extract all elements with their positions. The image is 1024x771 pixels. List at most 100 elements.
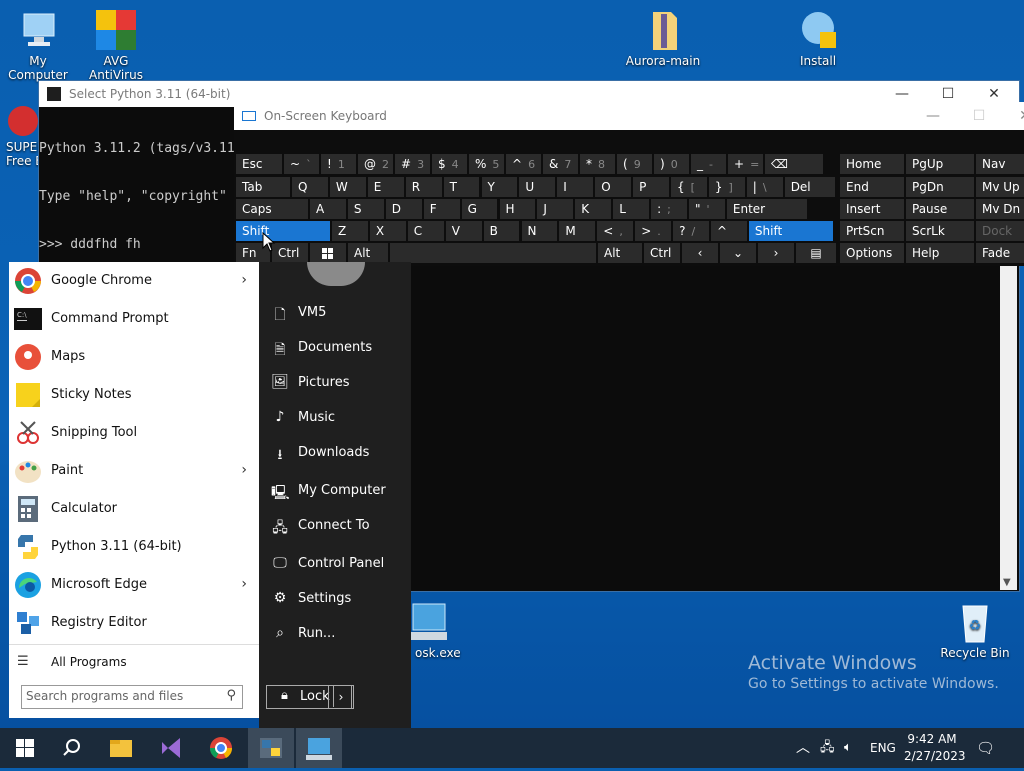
start-item-sticky-notes[interactable]: Sticky Notes — [9, 376, 259, 414]
key-symbol[interactable]: :; — [651, 199, 687, 219]
key-n[interactable]: N — [521, 221, 558, 241]
python-taskbar-button[interactable] — [248, 728, 294, 768]
start-place-connect-to[interactable]: 🖧︎ Connect To — [269, 511, 409, 541]
key-menu-icon[interactable]: ▤ — [796, 243, 836, 263]
key-symbol[interactable]: @2 — [358, 154, 393, 174]
key-y[interactable]: Y — [481, 177, 518, 197]
network-icon[interactable]: 🖧︎ — [820, 728, 835, 768]
key-j[interactable]: J — [537, 199, 574, 219]
key-symbol[interactable]: }] — [708, 177, 745, 197]
key-symbol[interactable]: & 7 — [543, 154, 578, 174]
key-home[interactable]: Home — [840, 154, 904, 174]
start-place-music[interactable]: ♪︎ Music — [269, 403, 409, 433]
on-screen-keyboard-window[interactable]: On-Screen Keyboard — ☐ ✕ Esc~`!1@2#3$4%5… — [234, 102, 1024, 266]
console-scrollbar[interactable]: ▼ — [1000, 258, 1017, 590]
key-help[interactable]: Help — [906, 243, 974, 263]
key-symbol[interactable]: ^ — [711, 221, 747, 241]
key-a[interactable]: A — [310, 199, 346, 219]
start-item-microsoft-edge[interactable]: Microsoft Edge › — [9, 566, 259, 604]
key-symbol[interactable]: ? / — [673, 221, 709, 241]
key-symbol[interactable]: >. — [635, 221, 672, 241]
key-symbol[interactable]: $4 — [432, 154, 467, 174]
start-button[interactable] — [2, 728, 48, 768]
osk-titlebar[interactable]: On-Screen Keyboard — ☐ ✕ — [234, 102, 1024, 130]
key-scrlk[interactable]: ScrLk — [906, 221, 974, 241]
key-insert[interactable]: Insert — [840, 199, 904, 219]
key-left-ctrl[interactable]: Ctrl — [272, 243, 308, 263]
minimize-icon[interactable]: — — [910, 103, 956, 129]
lock-options-chevron-icon[interactable]: › — [328, 685, 354, 709]
key-v[interactable]: V — [445, 221, 482, 241]
language-indicator[interactable]: ENG — [870, 728, 896, 768]
close-icon[interactable]: ✕ — [1002, 103, 1024, 129]
key-prtscn[interactable]: PrtScn — [840, 221, 904, 241]
start-place-settings[interactable]: ⚙︎ Settings — [269, 584, 409, 614]
submenu-chevron-icon[interactable]: › — [241, 272, 247, 288]
clock[interactable]: 9:42 AM 2/27/2023 — [904, 731, 966, 765]
key-del[interactable]: Del — [784, 177, 835, 197]
key-i[interactable]: I — [557, 177, 594, 197]
key-dock[interactable]: Dock — [976, 221, 1024, 241]
key-e[interactable]: E — [367, 177, 404, 197]
key-symbol[interactable]: | \ — [746, 177, 783, 197]
key-x[interactable]: X — [369, 221, 406, 241]
key-s[interactable]: S — [347, 199, 384, 219]
key-right-arrow-icon[interactable]: › — [758, 243, 794, 263]
user-avatar[interactable] — [307, 262, 365, 286]
key-left-alt[interactable]: Alt — [348, 243, 388, 263]
start-place-vm5[interactable]: 🗋︎ VM5 — [269, 298, 409, 328]
notifications-icon[interactable]: 🗨︎ — [976, 728, 995, 768]
key-end[interactable]: End — [840, 177, 904, 197]
key-mv-dn[interactable]: Mv Dn — [976, 199, 1024, 219]
key-symbol[interactable]: <, — [597, 221, 634, 241]
start-place-pictures[interactable]: 🖼︎ Pictures — [269, 368, 409, 398]
key-windows[interactable] — [310, 243, 346, 263]
key-left-shift[interactable]: Shift — [236, 221, 330, 241]
key-q[interactable]: Q — [292, 177, 328, 197]
visual-studio-taskbar-button[interactable] — [148, 728, 194, 768]
key-k[interactable]: K — [575, 199, 612, 219]
key-z[interactable]: Z — [332, 221, 368, 241]
start-item-calculator[interactable]: Calculator — [9, 490, 259, 528]
key-symbol[interactable]: ~ ` — [284, 154, 319, 174]
key-right-ctrl[interactable]: Ctrl — [644, 243, 680, 263]
key-symbol[interactable]: ^ 6 — [506, 154, 541, 174]
volume-icon[interactable]: 🔈︎ — [844, 728, 852, 768]
key-p[interactable]: P — [633, 177, 669, 197]
start-item-snipping-tool[interactable]: Snipping Tool — [9, 414, 259, 452]
start-place-documents[interactable]: 🗎︎ Documents — [269, 333, 409, 363]
key-b[interactable]: B — [483, 221, 520, 241]
key-symbol[interactable]: % 5 — [469, 154, 504, 174]
key-fade[interactable]: Fade — [976, 243, 1024, 263]
key-w[interactable]: W — [329, 177, 366, 197]
search-icon[interactable]: ⚲ — [226, 688, 236, 703]
key-symbol[interactable]: ) 0 — [654, 154, 689, 174]
start-place-control-panel[interactable]: 🖵︎ Control Panel — [269, 549, 409, 579]
file-explorer-taskbar-button[interactable] — [98, 728, 144, 768]
desktop-icon-aurora[interactable]: Aurora-main — [625, 8, 701, 68]
key-tab[interactable]: Tab — [236, 177, 290, 197]
all-programs-button[interactable]: ☰ All Programs — [15, 650, 259, 676]
search-taskbar-button[interactable] — [48, 728, 94, 768]
search-input[interactable]: Search programs and files ⚲ — [21, 685, 243, 709]
key-d[interactable]: D — [385, 199, 422, 219]
chrome-taskbar-button[interactable] — [198, 728, 244, 768]
key-caps[interactable]: Caps — [236, 199, 308, 219]
desktop-icon-recycle-bin[interactable]: ♻ Recycle Bin — [936, 600, 1014, 660]
key-enter[interactable]: Enter — [726, 199, 807, 219]
start-item-maps[interactable]: Maps — [9, 338, 259, 376]
console-output[interactable]: Python 3.11.2 (tags/v3.11 Type "help", "… — [39, 109, 235, 285]
key-symbol[interactable]: * 8 — [580, 154, 615, 174]
key-symbol[interactable]: + = — [728, 154, 763, 174]
key-g[interactable]: G — [461, 199, 498, 219]
key-m[interactable]: M — [559, 221, 596, 241]
start-item-paint[interactable]: Paint › — [9, 452, 259, 490]
key-symbol[interactable]: #3 — [395, 154, 430, 174]
key-t[interactable]: T — [443, 177, 480, 197]
key-mv-up[interactable]: Mv Up — [976, 177, 1024, 197]
osk-taskbar-button[interactable] — [296, 728, 342, 768]
start-item-registry-editor[interactable]: Registry Editor — [9, 604, 259, 642]
start-item-python-3-11-64-bit[interactable]: Python 3.11 (64-bit) — [9, 528, 259, 566]
key-h[interactable]: H — [499, 199, 536, 219]
start-item-command-prompt[interactable]: C:\ Command Prompt — [9, 300, 259, 338]
